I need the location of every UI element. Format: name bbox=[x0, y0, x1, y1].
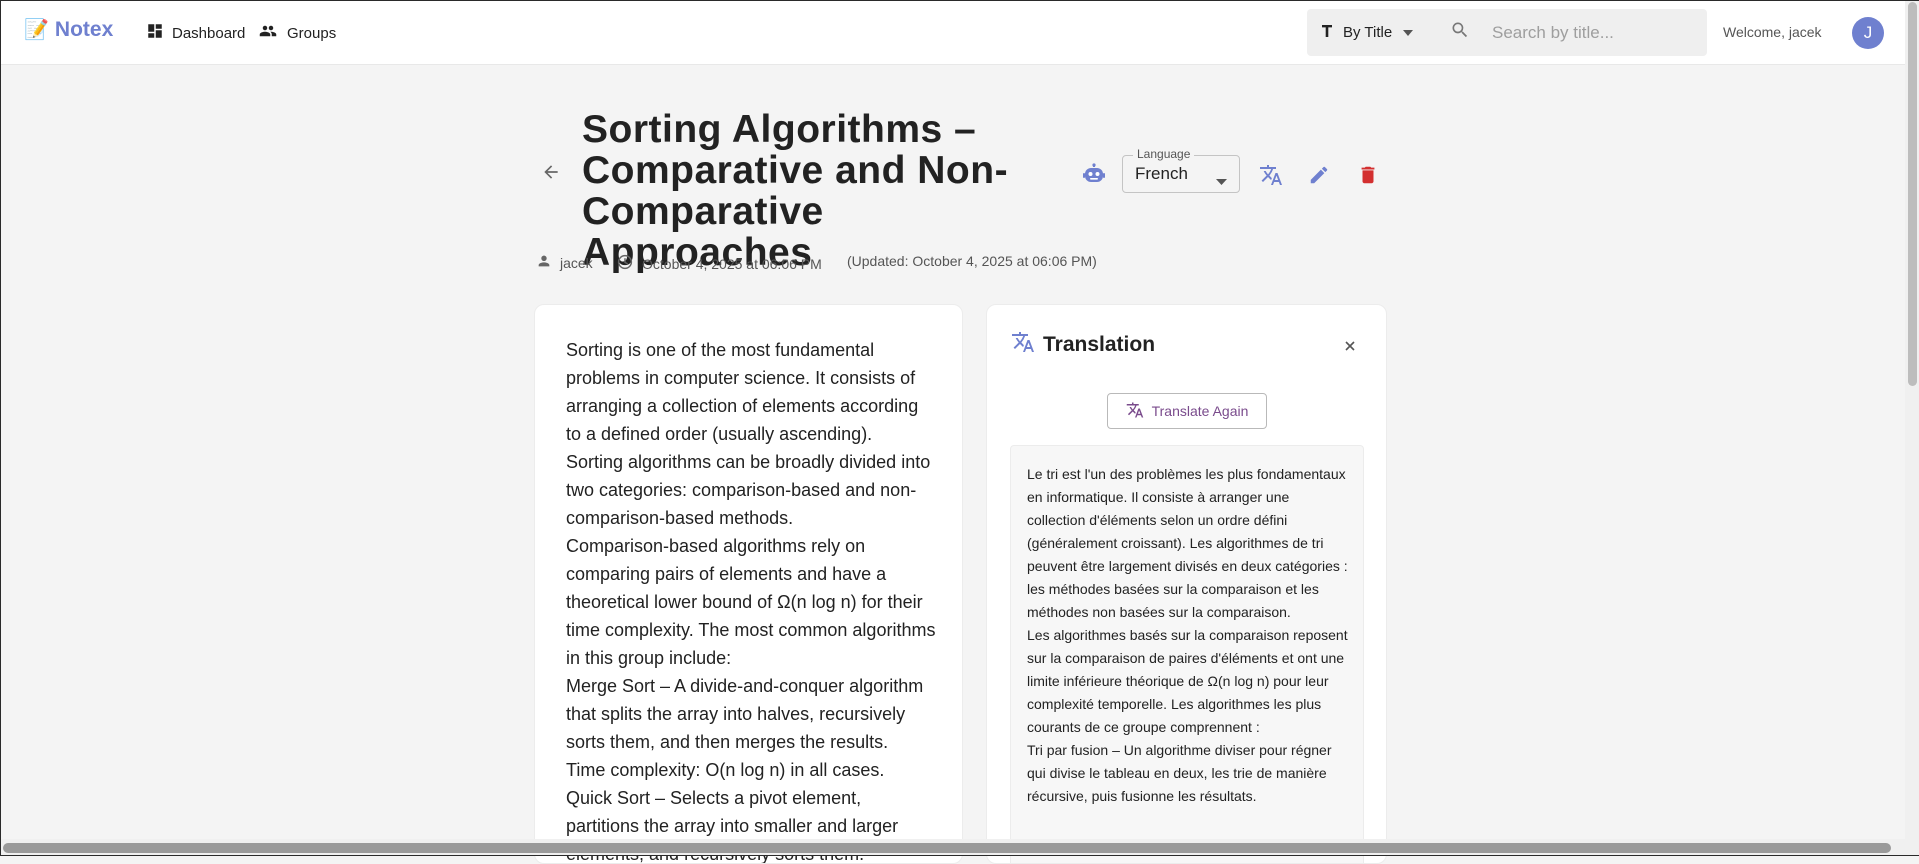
chevron-down-icon bbox=[1402, 24, 1414, 41]
note-paragraph: Time complexity: O(n log n) in all cases… bbox=[566, 760, 885, 780]
created-date-text: October 4, 2025 at 06:06 PM bbox=[642, 255, 822, 272]
nav-dashboard-label: Dashboard bbox=[172, 24, 246, 42]
translated-text: Le tri est l'un des problèmes les plus f… bbox=[1027, 463, 1351, 808]
horizontal-scrollbar-thumb[interactable] bbox=[3, 843, 1891, 853]
translated-text-box: Le tri est l'un des problèmes les plus f… bbox=[1010, 445, 1364, 863]
note-updated-date: (Updated: October 4, 2025 at 06:06 PM) bbox=[847, 253, 1097, 269]
welcome-text: Welcome, jacek bbox=[1723, 24, 1822, 40]
note-paragraph: Sorting is one of the most fundamental p… bbox=[566, 340, 919, 444]
search-icon bbox=[1450, 20, 1470, 45]
note-paragraph: Merge Sort – A divide-and-conquer algori… bbox=[566, 676, 924, 752]
language-value: French bbox=[1135, 164, 1188, 183]
back-button[interactable] bbox=[541, 162, 561, 187]
delete-icon bbox=[1357, 166, 1379, 191]
sort-by-label: By Title bbox=[1343, 24, 1393, 41]
note-created-date: October 4, 2025 at 06:06 PM bbox=[616, 253, 822, 274]
vertical-scrollbar[interactable] bbox=[1905, 0, 1919, 856]
note-paragraph: Comparison-based algorithms rely on comp… bbox=[566, 536, 936, 668]
note-content-card: Sorting is one of the most fundamental p… bbox=[534, 304, 963, 864]
author-name: jacek bbox=[560, 254, 593, 271]
brand[interactable]: 📝 Notex bbox=[24, 18, 113, 42]
note-author: jacek bbox=[536, 253, 593, 272]
translated-paragraph: Le tri est l'un des problèmes les plus f… bbox=[1027, 466, 1348, 620]
horizontal-scrollbar[interactable] bbox=[0, 839, 1905, 856]
delete-button[interactable] bbox=[1357, 163, 1379, 192]
groups-icon bbox=[257, 22, 279, 44]
avatar[interactable]: J bbox=[1852, 17, 1884, 49]
text-format-icon bbox=[1321, 24, 1333, 42]
translate-icon bbox=[1259, 165, 1283, 191]
chevron-down-icon bbox=[1216, 172, 1227, 190]
close-translation-button[interactable] bbox=[1345, 338, 1355, 356]
top-app-bar: 📝 Notex Dashboard Groups By Title Welcom… bbox=[0, 0, 1905, 65]
translated-paragraph: Les algorithmes basés sur la comparaison… bbox=[1027, 627, 1348, 735]
language-select[interactable]: Language French bbox=[1122, 147, 1240, 193]
nav-groups-link[interactable]: Groups bbox=[257, 22, 336, 44]
person-icon bbox=[536, 253, 552, 272]
note-body: Sorting is one of the most fundamental p… bbox=[566, 336, 936, 863]
translate-button[interactable] bbox=[1259, 163, 1283, 192]
sort-by-select[interactable]: By Title bbox=[1307, 9, 1443, 56]
ai-assistant-button[interactable] bbox=[1082, 163, 1106, 192]
robot-icon bbox=[1082, 163, 1106, 191]
translated-paragraph: Tri par fusion – Un algorithme diviser p… bbox=[1027, 742, 1332, 804]
memo-logo-icon: 📝 bbox=[24, 19, 49, 41]
arrow-back-icon bbox=[541, 165, 561, 186]
note-title: Sorting Algorithms – Comparative and Non… bbox=[582, 108, 1009, 274]
search-bar bbox=[1430, 9, 1707, 56]
translate-icon bbox=[1011, 330, 1035, 359]
vertical-scrollbar-thumb[interactable] bbox=[1908, 2, 1917, 386]
translation-panel: Translation Translate Again Le tri est l… bbox=[986, 304, 1387, 864]
close-icon bbox=[1345, 338, 1355, 355]
language-label: Language bbox=[1133, 147, 1195, 161]
nav-groups-label: Groups bbox=[287, 24, 337, 42]
translation-header: Translation bbox=[1011, 330, 1155, 359]
translate-again-button[interactable]: Translate Again bbox=[1107, 393, 1267, 429]
clock-icon bbox=[616, 253, 634, 274]
translation-title: Translation bbox=[1043, 332, 1156, 356]
app-name: Notex bbox=[54, 18, 114, 41]
translate-icon bbox=[1126, 401, 1144, 422]
translate-again-label: Translate Again bbox=[1151, 403, 1249, 419]
search-input[interactable] bbox=[1490, 21, 1694, 44]
dashboard-icon bbox=[146, 22, 164, 44]
edit-button[interactable] bbox=[1308, 164, 1330, 191]
nav-dashboard-link[interactable]: Dashboard bbox=[146, 22, 245, 44]
note-paragraph: Sorting algorithms can be broadly divide… bbox=[566, 452, 931, 528]
edit-icon bbox=[1308, 166, 1330, 190]
